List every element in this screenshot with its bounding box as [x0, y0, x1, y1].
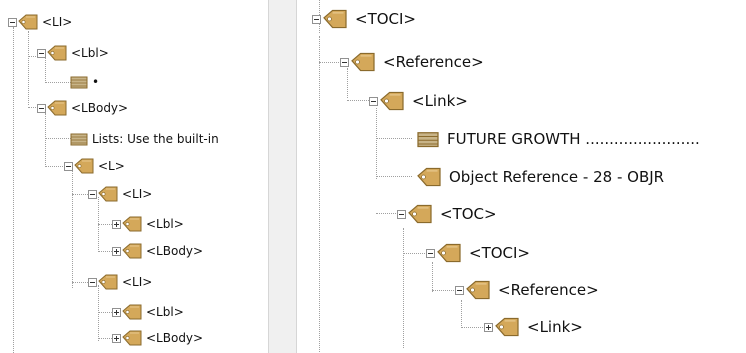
tag-icon [380, 91, 404, 111]
expand-toggle[interactable] [112, 307, 121, 317]
tag-icon [122, 304, 142, 320]
collapse-toggle[interactable] [369, 96, 378, 106]
tree-node-label: <LI> [42, 15, 73, 29]
tag-icon [18, 14, 38, 30]
tree-node-label: <LI> [122, 187, 153, 201]
tree-node-lbody[interactable]: <LBody> [37, 95, 128, 121]
tag-icon [122, 243, 142, 259]
tree-node-label: <Lbl> [146, 217, 184, 231]
tree-node-lbody[interactable]: <LBody> [112, 325, 203, 351]
tree-node-label: <Lbl> [71, 46, 109, 60]
expand-toggle[interactable] [112, 219, 121, 229]
tag-icon [351, 52, 375, 72]
collapse-toggle[interactable] [37, 48, 46, 58]
tree-node-label: <TOCI> [355, 10, 417, 28]
tree-node-label: <Lbl> [146, 305, 184, 319]
tag-icon [495, 317, 519, 337]
collapse-toggle[interactable] [64, 161, 73, 171]
tag-icon [466, 280, 490, 300]
tag-icon [122, 330, 142, 346]
tag-icon [98, 186, 118, 202]
tree-node-l[interactable]: <L> [64, 153, 125, 179]
tree-node-objr[interactable]: Object Reference - 28 - OBJR [415, 164, 664, 190]
collapse-toggle[interactable] [340, 57, 349, 67]
collapse-toggle[interactable] [88, 189, 97, 199]
tree-node-toc[interactable]: <TOC> [397, 201, 497, 227]
content-box-icon [70, 76, 88, 89]
collapse-toggle[interactable] [426, 248, 435, 258]
expand-toggle[interactable] [112, 333, 121, 343]
tree-node-link[interactable]: <Link> [484, 314, 583, 340]
tree-node-label: <Link> [527, 318, 583, 336]
collapse-toggle[interactable] [88, 277, 97, 287]
collapse-toggle[interactable] [397, 209, 406, 219]
tag-icon [417, 167, 441, 187]
tree-node-label: <LI> [122, 275, 153, 289]
tree-node-link[interactable]: <Link> [369, 88, 468, 114]
tree-node-li[interactable]: <LI> [8, 9, 72, 35]
tree-node-lbl[interactable]: <Lbl> [112, 299, 184, 325]
tag-icon [122, 216, 142, 232]
tree-node-label: <Reference> [498, 281, 599, 299]
tree-node-toci[interactable]: <TOCI> [312, 6, 416, 32]
tree-node-label: <L> [98, 159, 125, 173]
tree-node-label: <Link> [412, 92, 468, 110]
tag-icon [47, 100, 67, 116]
tags-tree-panel-left: <LI> <Lbl> • <LBody> Lists: Use the buil… [0, 0, 269, 353]
tree-node-lbl[interactable]: <Lbl> [37, 40, 109, 66]
tree-node-content[interactable]: FUTURE GROWTH ........................ [415, 126, 700, 152]
tree-node-label: <Reference> [383, 53, 484, 71]
tree-node-label: Lists: Use the built-in [92, 132, 219, 146]
tree-node-label: • [92, 75, 100, 89]
expand-toggle[interactable] [484, 322, 493, 332]
tree-node-label: Object Reference - 28 - OBJR [449, 168, 665, 186]
collapse-toggle[interactable] [8, 17, 17, 27]
collapse-toggle[interactable] [455, 285, 464, 295]
tree-node-label: <TOC> [440, 205, 497, 223]
tree-node-label: <LBody> [71, 101, 129, 115]
tree-node-li[interactable]: <LI> [88, 181, 152, 207]
tree-node-toci[interactable]: <TOCI> [426, 240, 530, 266]
tree-node-content[interactable]: • [69, 69, 99, 95]
tag-icon [98, 274, 118, 290]
collapse-toggle[interactable] [37, 103, 46, 113]
collapse-toggle[interactable] [312, 14, 321, 24]
tag-icon [74, 158, 94, 174]
tree-node-label: <TOCI> [469, 244, 531, 262]
tree-node-content[interactable]: Lists: Use the built-in [69, 126, 219, 152]
tree-node-label: <LBody> [146, 244, 204, 258]
content-box-icon [70, 133, 88, 146]
tag-icon [323, 9, 347, 29]
tree-node-li[interactable]: <LI> [88, 269, 152, 295]
content-box-icon [417, 132, 439, 148]
tree-node-reference[interactable]: <Reference> [455, 277, 599, 303]
tag-icon [47, 45, 67, 61]
tree-node-label: FUTURE GROWTH ........................ [447, 130, 700, 148]
expand-toggle[interactable] [112, 246, 121, 256]
tag-icon [408, 204, 432, 224]
tag-icon [437, 243, 461, 263]
tree-node-lbl[interactable]: <Lbl> [112, 211, 184, 237]
tree-node-label: <LBody> [146, 331, 204, 345]
tree-node-reference[interactable]: <Reference> [340, 49, 484, 75]
tree-node-lbody[interactable]: <LBody> [112, 238, 203, 264]
tags-tree-panel-right: <TOCI> <Reference> <Link> FUTURE GROWTH … [296, 0, 746, 353]
